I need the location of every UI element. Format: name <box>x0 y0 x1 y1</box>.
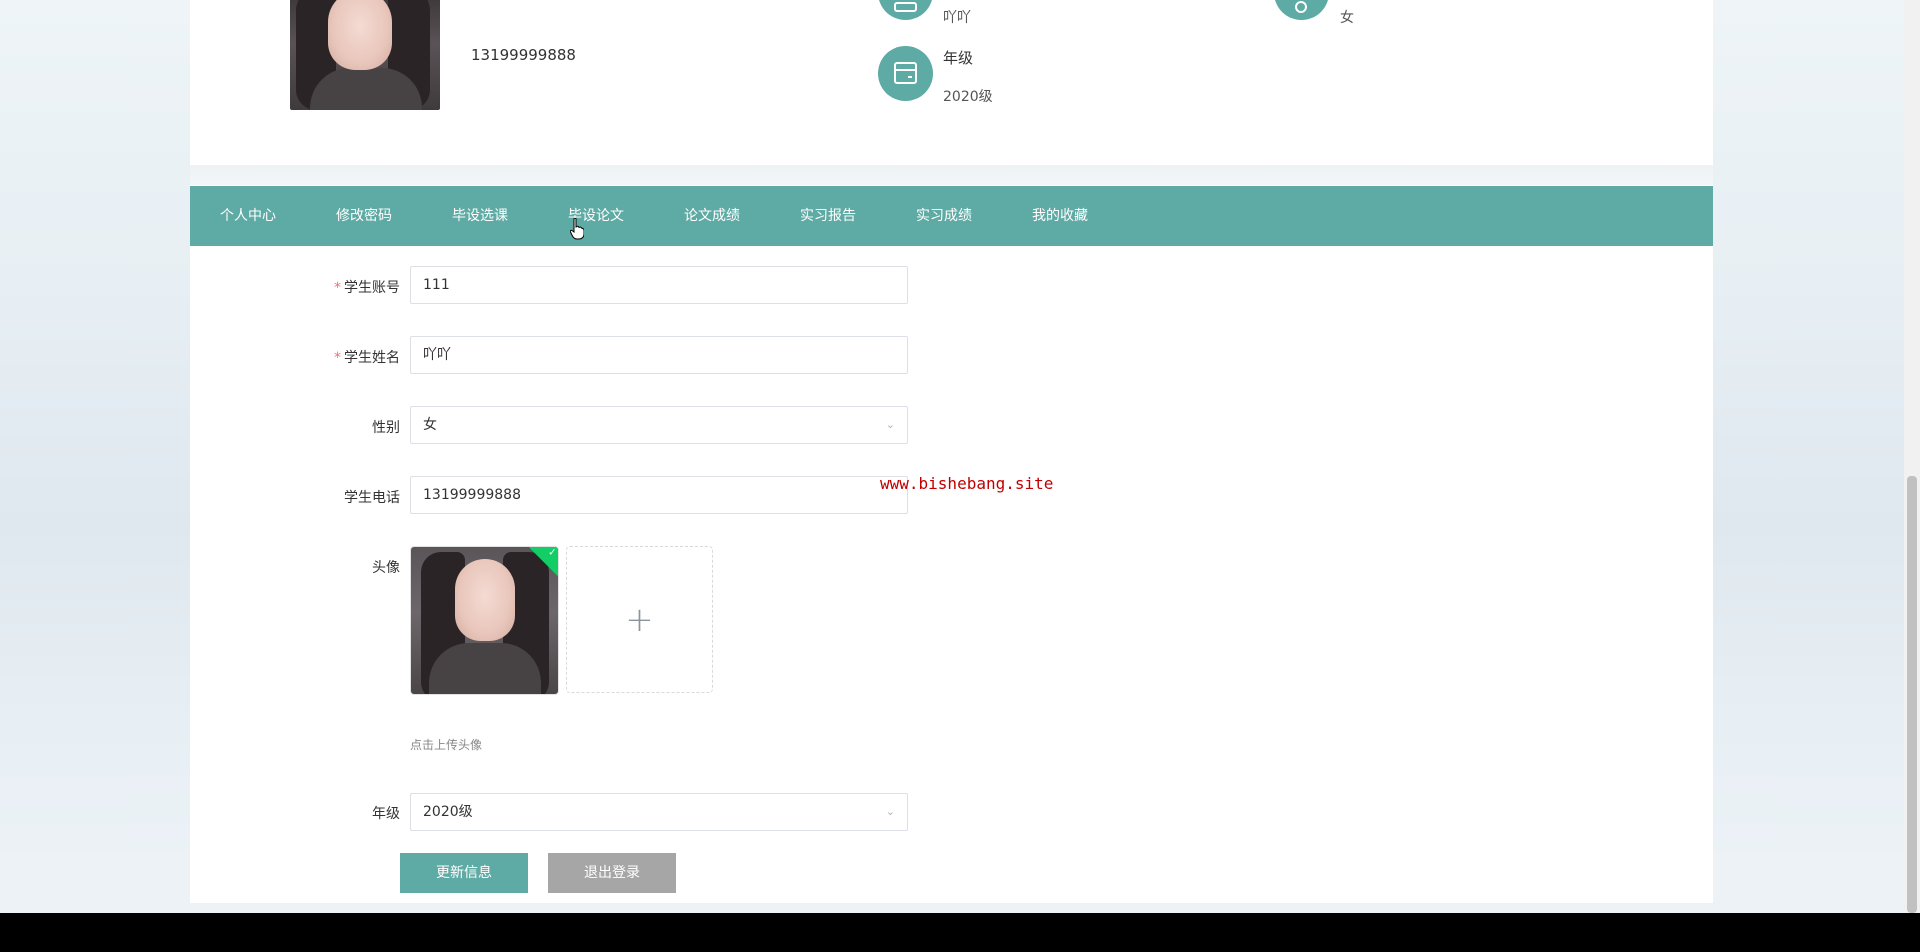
scrollbar-thumb[interactable] <box>1907 476 1917 913</box>
profile-phone: 13199999888 <box>471 46 576 64</box>
nav-item-internship-score[interactable]: 实习成绩 <box>916 186 972 246</box>
section-gap <box>190 165 1713 185</box>
profile-grade-label: 年级 <box>943 49 974 67</box>
account-input[interactable]: 111 <box>410 266 908 304</box>
required-mark: * <box>334 350 341 366</box>
nav-item-internship-report[interactable]: 实习报告 <box>800 186 856 246</box>
chevron-down-icon: ⌄ <box>885 805 895 818</box>
grade-label: 年级 <box>372 806 400 822</box>
grade-select-value: 2020级 <box>423 804 473 820</box>
watermark: www.bishebang.site <box>880 474 1054 493</box>
avatar-upload-button[interactable]: + <box>566 546 713 693</box>
nav-item-course-selection[interactable]: 毕设选课 <box>452 186 508 246</box>
hand-cursor-icon <box>570 218 584 240</box>
gender-select-value: 女 <box>423 417 437 433</box>
phone-input[interactable]: 13199999888 <box>410 476 908 514</box>
screen-bottom-bar <box>0 913 1920 952</box>
wallet-icon <box>878 46 933 101</box>
avatar-label: 头像 <box>372 560 400 576</box>
gender-label: 性别 <box>372 420 400 436</box>
gender-select[interactable]: 女 ⌄ <box>410 406 908 444</box>
logout-button[interactable]: 退出登录 <box>548 853 676 893</box>
profile-name-value: 吖吖 <box>943 10 971 26</box>
chevron-down-icon: ⌄ <box>885 418 895 431</box>
uploaded-avatar[interactable]: ✓ <box>410 546 559 695</box>
profile-gender-value: 女 <box>1340 10 1354 26</box>
plus-icon: + <box>625 599 654 640</box>
profile-grade-value: 2020级 <box>943 89 993 105</box>
profile-avatar <box>290 0 440 110</box>
nav-item-change-password[interactable]: 修改密码 <box>336 186 392 246</box>
required-mark: * <box>334 280 341 296</box>
vertical-scrollbar[interactable] <box>1904 0 1920 913</box>
update-info-button[interactable]: 更新信息 <box>400 853 528 893</box>
nav-item-profile[interactable]: 个人中心 <box>220 186 276 246</box>
avatar-upload-tip: 点击上传头像 <box>410 738 483 752</box>
nav-item-thesis-score[interactable]: 论文成绩 <box>684 186 740 246</box>
grade-select[interactable]: 2020级 ⌄ <box>410 793 908 831</box>
profile-card <box>190 0 1713 903</box>
gender-icon <box>1274 0 1329 20</box>
name-input[interactable]: 吖吖 <box>410 336 908 374</box>
nav-item-favorites[interactable]: 我的收藏 <box>1032 186 1088 246</box>
account-label: * 学生账号 <box>334 280 400 296</box>
name-label: * 学生姓名 <box>334 350 400 366</box>
phone-label: 学生电话 <box>344 490 400 506</box>
user-nav-bar: 个人中心 修改密码 毕设选课 毕设论文 论文成绩 实习报告 实习成绩 我的收藏 <box>190 186 1713 246</box>
user-icon <box>878 0 933 20</box>
